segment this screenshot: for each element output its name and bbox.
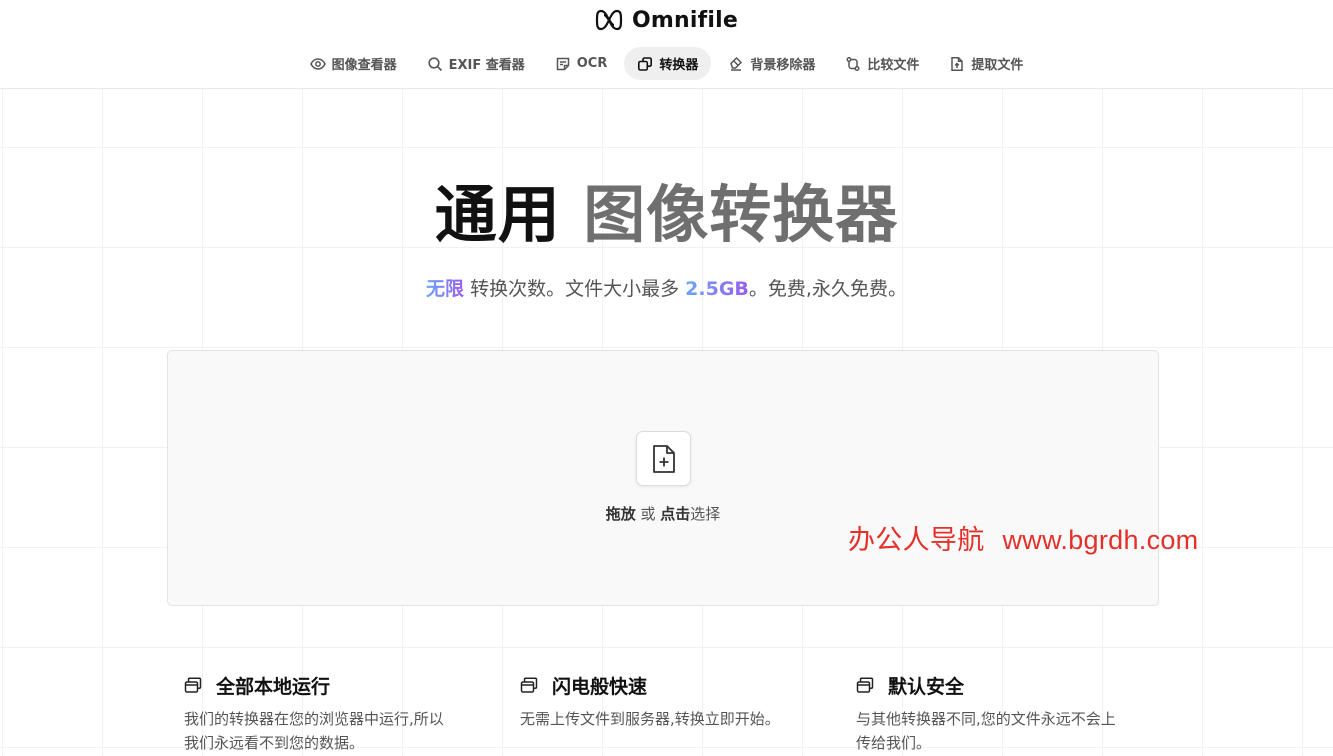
title-part-1: 通用: [434, 178, 561, 251]
page: Omnifile 图像查看器 EXIF 查看器 OCR 转换器 背景移除器 比较…: [0, 0, 1333, 756]
nav-label: 图像查看器: [331, 58, 397, 73]
drop-text-strong-2: 点击: [660, 505, 691, 523]
feature-title: 默认安全: [888, 675, 965, 698]
search-icon: [427, 56, 442, 71]
brand[interactable]: Omnifile: [0, 5, 1333, 35]
eye-icon: [309, 57, 326, 70]
feature-head: 闪电般快速: [520, 672, 820, 698]
windows-icon: [520, 677, 538, 693]
nav-item-background-remover[interactable]: 背景移除器: [715, 47, 828, 80]
nav-label: OCR: [576, 56, 608, 71]
main-nav: 图像查看器 EXIF 查看器 OCR 转换器 背景移除器 比较文件 提取文件: [0, 47, 1333, 80]
git-compare-icon: [846, 56, 860, 71]
feature-local: 全部本地运行 我们的转换器在您的浏览器中运行,所以 我们永远看不到您的数据。: [184, 672, 484, 755]
drop-text-tail: 选择: [690, 505, 721, 523]
infinity-knot-icon: [595, 9, 623, 31]
feature-description: 无需上传文件到服务器,转换立即开始。: [520, 707, 820, 731]
nav-item-extract-files[interactable]: 提取文件: [936, 47, 1036, 80]
nav-item-exif-viewer[interactable]: EXIF 查看器: [414, 47, 538, 80]
nav-label: 比较文件: [867, 58, 920, 73]
feature-description: 与其他转换器不同,您的文件永远不会上 传给我们。: [856, 707, 1156, 755]
windows-icon: [184, 677, 202, 693]
feature-desc-line: 传给我们。: [856, 734, 932, 752]
nav-label: 背景移除器: [750, 58, 816, 73]
subtitle-text-1: 转换次数。文件大小最多: [464, 278, 686, 300]
feature-desc-line: 我们永远看不到您的数据。: [184, 734, 365, 752]
page-subtitle: 无限 转换次数。文件大小最多 2.5GB。免费,永久免费。: [0, 276, 1333, 302]
eraser-icon: [730, 56, 743, 71]
top-header: Omnifile 图像查看器 EXIF 查看器 OCR 转换器 背景移除器 比较…: [0, 0, 1333, 89]
nav-item-converter[interactable]: 转换器: [624, 47, 712, 80]
nav-label: 提取文件: [971, 58, 1024, 73]
feature-desc-line: 我们的转换器在您的浏览器中运行,所以: [184, 710, 444, 728]
drop-text-middle: 或: [635, 505, 661, 523]
file-dropzone[interactable]: 拖放 或 点击选择: [167, 350, 1159, 606]
watermark-text: 办公人导航: [848, 525, 985, 555]
subtitle-text-2: 。免费,永久免费。: [748, 278, 907, 300]
feature-description: 我们的转换器在您的浏览器中运行,所以 我们永远看不到您的数据。: [184, 707, 484, 755]
highlight-unlimited: 无限: [426, 278, 465, 300]
feature-title: 全部本地运行: [216, 675, 331, 698]
nav-item-image-viewer[interactable]: 图像查看器: [297, 47, 410, 80]
watermark-url: www.bgrdh.com: [1002, 525, 1199, 555]
nav-item-ocr[interactable]: OCR: [542, 47, 621, 80]
brand-name: Omnifile: [631, 7, 738, 33]
windows-icon: [856, 677, 874, 693]
feature-fast: 闪电般快速 无需上传文件到服务器,转换立即开始。: [520, 672, 820, 731]
feature-desc-line: 与其他转换器不同,您的文件永远不会上: [856, 710, 1116, 728]
feature-desc-line: 无需上传文件到服务器,转换立即开始。: [520, 710, 780, 728]
highlight-file-size: 2.5GB: [685, 278, 749, 300]
drop-text-strong-1: 拖放: [605, 505, 636, 523]
nav-label: 转换器: [659, 58, 699, 73]
note-icon: [556, 57, 569, 70]
feature-secure: 默认安全 与其他转换器不同,您的文件永远不会上 传给我们。: [856, 672, 1156, 755]
watermark-overlay: 办公人导航 www.bgrdh.com: [848, 518, 1198, 557]
file-extract-icon: [951, 56, 964, 71]
title-part-2: 图像转换器: [583, 178, 899, 251]
feature-title: 闪电般快速: [552, 675, 648, 698]
convert-icon: [638, 56, 653, 71]
feature-head: 全部本地运行: [184, 672, 484, 698]
file-plus-icon: [652, 444, 675, 473]
nav-label: EXIF 查看器: [448, 58, 525, 73]
nav-item-compare-files[interactable]: 比较文件: [832, 47, 932, 80]
feature-head: 默认安全: [856, 672, 1156, 698]
select-file-button[interactable]: [636, 431, 691, 486]
page-title: 通用 图像转换器: [0, 176, 1333, 254]
